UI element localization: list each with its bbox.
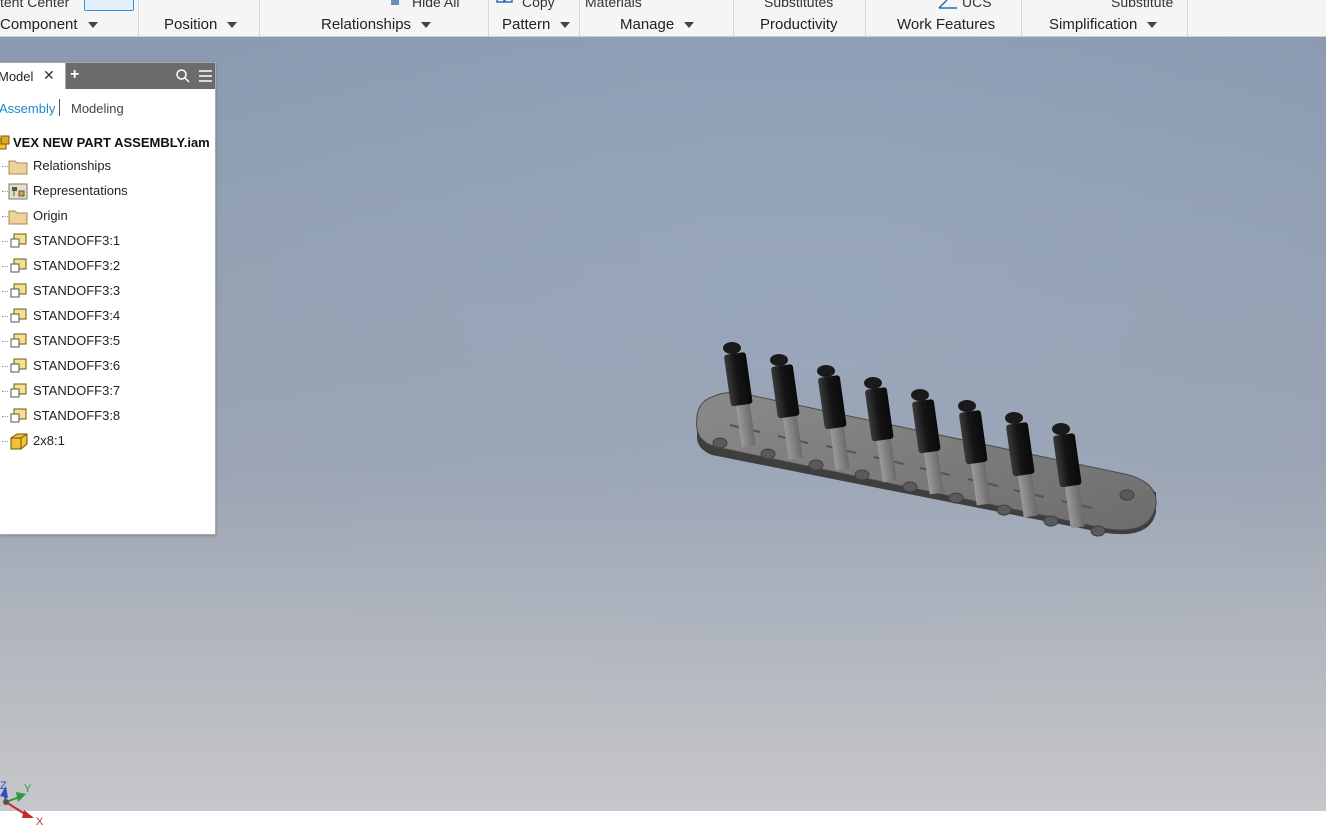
ribbon-fragment-substitutes[interactable]: Substitutes — [764, 0, 833, 10]
chevron-down-icon — [421, 22, 432, 29]
tree-item-label: 2x8:1 — [33, 433, 65, 448]
ribbon-separator — [579, 0, 580, 36]
hamburger-menu-icon[interactable] — [199, 70, 212, 85]
mode-modeling[interactable]: Modeling — [71, 101, 124, 116]
tree-item-label: STANDOFF3:3 — [33, 283, 121, 298]
panel-manage-label: Manage — [620, 16, 675, 33]
part-link-icon — [8, 307, 28, 325]
axis-x-label: X — [36, 816, 44, 828]
tree-item-label: Relationships — [33, 158, 112, 173]
ribbon-highlight-box[interactable] — [84, 0, 134, 11]
part-link-icon — [8, 257, 28, 275]
axis-y-label: Y — [24, 783, 32, 795]
ribbon-separator — [138, 0, 139, 36]
hide-all-icon — [385, 0, 405, 12]
tree-item-label: STANDOFF3:5 — [33, 333, 121, 348]
panel-productivity-label: Productivity — [760, 16, 838, 33]
panel-work-features[interactable]: Work Features — [897, 16, 995, 33]
ribbon-separator — [733, 0, 734, 36]
tree-item-label: Representations — [33, 183, 128, 198]
tree-item-label: STANDOFF3:2 — [33, 258, 121, 273]
part-link-icon — [8, 357, 28, 375]
tree-item-label: Origin — [33, 208, 68, 223]
ucs-icon — [937, 0, 959, 13]
part-link-icon — [8, 332, 28, 350]
part-link-icon — [8, 232, 28, 250]
representations-icon — [8, 182, 28, 200]
panel-productivity[interactable]: Productivity — [760, 16, 838, 33]
tree-root-label: VEX NEW PART ASSEMBLY.iam — [13, 135, 210, 150]
ribbon-separator — [1021, 0, 1022, 36]
ribbon-separator — [259, 0, 260, 36]
panel-component[interactable]: Component — [0, 16, 98, 33]
chevron-down-icon — [684, 22, 695, 29]
assembly-icon — [0, 135, 10, 154]
ribbon-fragment-materials[interactable]: Materials — [585, 0, 642, 10]
chevron-down-icon — [87, 22, 98, 29]
ribbon-fragment-ucs[interactable]: UCS — [962, 0, 992, 10]
chevron-down-icon — [1147, 22, 1158, 29]
tree-item-label: STANDOFF3:4 — [33, 308, 121, 323]
tree-item-label: STANDOFF3:6 — [33, 358, 121, 373]
ribbon-fragment-substitute[interactable]: Substitute — [1111, 0, 1173, 10]
panel-position[interactable]: Position — [164, 16, 238, 33]
panel-simplification[interactable]: Simplification — [1049, 16, 1158, 33]
mode-divider — [59, 99, 60, 116]
ribbon: tent Center Hide All Copy Materials Subs… — [0, 0, 1326, 37]
model-browser: Model ✕ + Assembly Modeling VEX NEW PART… — [0, 62, 216, 535]
tab-model[interactable]: Model ✕ — [0, 63, 66, 89]
part-link-icon — [8, 382, 28, 400]
ribbon-separator — [1187, 0, 1188, 36]
ribbon-separator — [865, 0, 866, 36]
copy-icon — [496, 0, 514, 11]
ribbon-separator — [488, 0, 489, 36]
folder-icon — [8, 207, 28, 225]
ribbon-fragment-content-center[interactable]: tent Center — [0, 0, 69, 10]
tree-item-label: STANDOFF3:1 — [33, 233, 121, 248]
ribbon-fragment-hide-all[interactable]: Hide All — [412, 0, 459, 10]
close-icon[interactable]: ✕ — [43, 68, 55, 82]
axis-z-label: Z — [0, 780, 7, 792]
search-icon[interactable] — [176, 69, 190, 86]
panel-relationships[interactable]: Relationships — [321, 16, 432, 33]
tree-item-label: STANDOFF3:8 — [33, 408, 121, 423]
panel-work-features-label: Work Features — [897, 16, 996, 33]
panel-component-label: Component — [0, 16, 78, 33]
chevron-down-icon — [227, 22, 238, 29]
chevron-down-icon — [560, 22, 571, 29]
ribbon-fragment-copy[interactable]: Copy — [522, 0, 555, 10]
tab-model-label: Model — [0, 69, 34, 84]
panel-pattern[interactable]: Pattern — [502, 16, 571, 33]
browser-tab-bar: Model ✕ + — [0, 63, 215, 89]
plus-icon[interactable]: + — [70, 66, 79, 84]
part-link-icon — [8, 282, 28, 300]
tree-item-label: STANDOFF3:7 — [33, 383, 121, 398]
view-triad: X Y Z — [0, 780, 50, 832]
panel-pattern-label: Pattern — [502, 16, 551, 33]
part-icon — [8, 432, 28, 450]
part-link-icon — [8, 407, 28, 425]
panel-position-label: Position — [164, 16, 218, 33]
panel-manage[interactable]: Manage — [620, 16, 695, 33]
panel-relationships-label: Relationships — [321, 16, 412, 33]
folder-icon — [8, 157, 28, 175]
mode-assembly[interactable]: Assembly — [0, 101, 55, 116]
panel-simplification-label: Simplification — [1049, 16, 1138, 33]
